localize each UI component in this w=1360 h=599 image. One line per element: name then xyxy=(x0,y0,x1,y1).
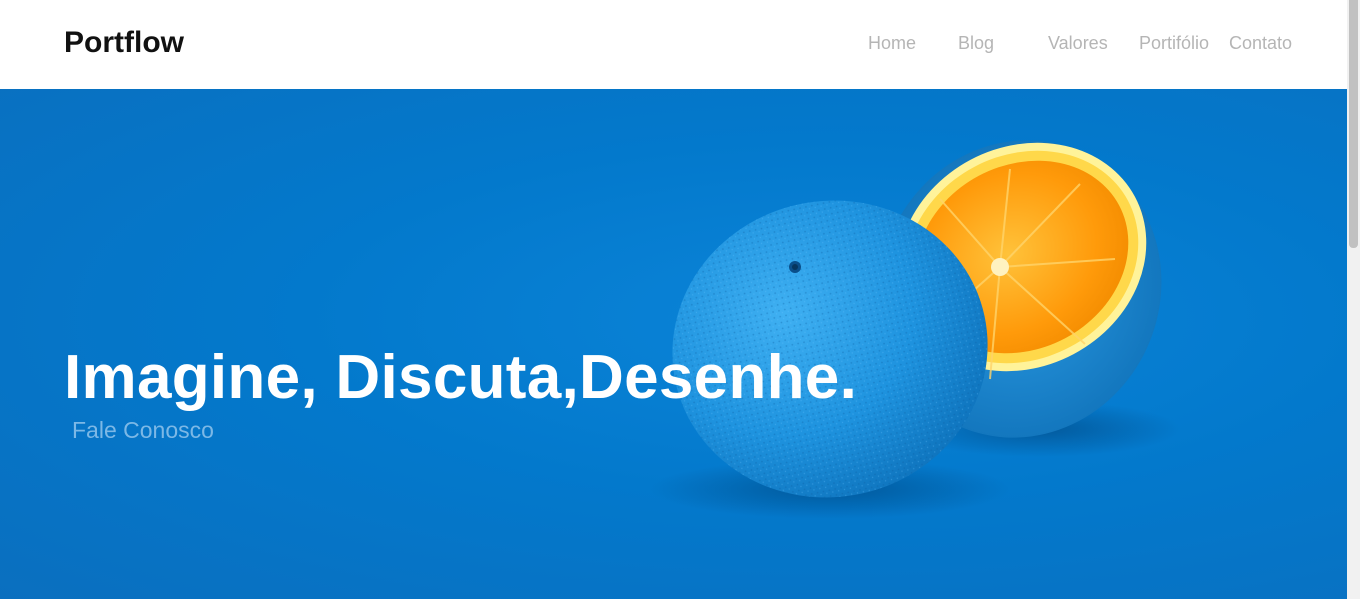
scrollbar-thumb[interactable] xyxy=(1349,0,1358,248)
site-header: Portflow Home Blog Valores Portifólio Co… xyxy=(0,0,1347,89)
hero-section: Imagine, Discuta,Desenhe. Fale Conosco xyxy=(0,89,1347,599)
page: Portflow Home Blog Valores Portifólio Co… xyxy=(0,0,1347,599)
main-nav: Home Blog Valores Portifólio Contato xyxy=(0,32,1347,56)
nav-item-portifolio[interactable]: Portifólio xyxy=(1139,32,1209,54)
nav-item-home[interactable]: Home xyxy=(868,32,916,54)
page-scrollbar[interactable] xyxy=(1347,0,1360,599)
nav-item-blog[interactable]: Blog xyxy=(958,32,994,54)
nav-item-valores[interactable]: Valores xyxy=(1048,32,1108,54)
nav-item-contato[interactable]: Contato xyxy=(1229,32,1292,54)
hero-headline: Imagine, Discuta,Desenhe. xyxy=(64,342,858,412)
contact-us-link[interactable]: Fale Conosco xyxy=(72,416,214,444)
